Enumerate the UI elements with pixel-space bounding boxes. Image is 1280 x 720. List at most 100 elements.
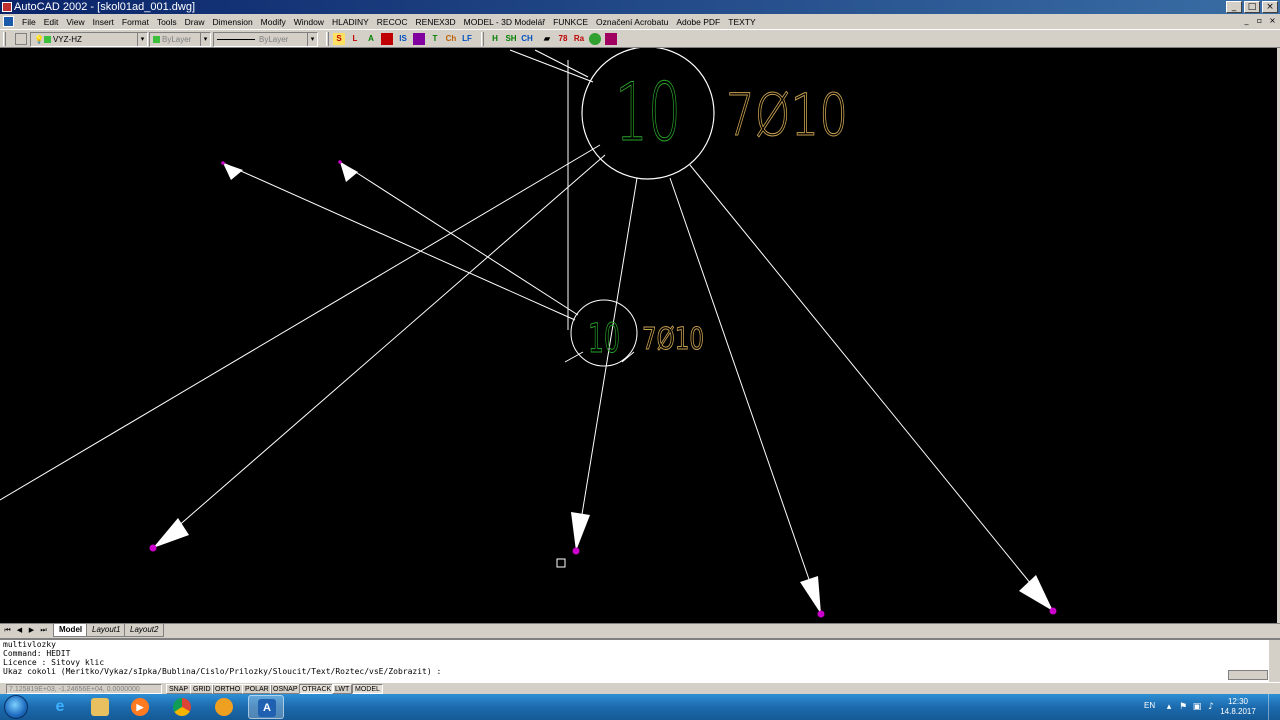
taskbar-autocad[interactable]: A [248, 695, 284, 719]
network-icon[interactable]: ▣ [1192, 702, 1202, 712]
toolbar-grip[interactable] [481, 32, 484, 46]
arrowhead[interactable] [800, 576, 821, 614]
big-bubble-number[interactable]: 10 [615, 66, 682, 160]
linetype-dropdown[interactable]: ByLayer ▾ [213, 32, 318, 47]
menu-texty[interactable]: TEXTY [724, 17, 759, 27]
volume-icon[interactable]: ♪ [1206, 702, 1216, 712]
custom-tool-icon[interactable] [413, 33, 425, 45]
leader-line[interactable] [621, 351, 635, 363]
snap-toggle[interactable]: SNAP [166, 684, 192, 694]
leader-line[interactable] [152, 154, 606, 549]
toolbar-grip[interactable] [326, 32, 329, 46]
minimize-button[interactable]: _ [1226, 1, 1242, 13]
tab-layout1[interactable]: Layout1 [86, 624, 127, 637]
drawing-canvas[interactable]: 10 7Ø10 10 7Ø10 [0, 48, 1277, 623]
taskbar-internet-explorer[interactable]: e [42, 695, 78, 719]
taskbar-media-player[interactable]: ▶ [122, 695, 158, 719]
next-tab-button[interactable]: ▶ [26, 625, 37, 636]
custom-tool-icon[interactable]: A [365, 33, 377, 45]
system-clock[interactable]: 12:30 14.8.2017 [1218, 697, 1258, 717]
menu-hladiny[interactable]: HLADINY [328, 17, 373, 27]
prev-tab-button[interactable]: ◀ [14, 625, 25, 636]
taskbar-chrome[interactable] [164, 695, 200, 719]
arrowhead[interactable] [1019, 575, 1053, 611]
tab-model[interactable]: Model [53, 624, 89, 637]
grip-point[interactable] [572, 547, 580, 555]
menu-draw[interactable]: Draw [181, 17, 209, 27]
custom-tool-icon[interactable]: ▰ [541, 33, 553, 45]
custom-tool-icon[interactable]: CH [521, 33, 533, 45]
layer-dropdown[interactable]: 💡 VYZ-HZ ▾ [30, 32, 148, 47]
coordinate-display[interactable]: 7.125819E+03, -1.24656E+04, 0.0000000 [6, 684, 162, 694]
arrowhead[interactable] [223, 163, 243, 180]
menu-renex3d[interactable]: RENEX3D [412, 17, 460, 27]
toolbar-grip[interactable] [3, 32, 6, 46]
doc-restore-button[interactable]: ▫ [1254, 16, 1265, 26]
color-dropdown[interactable]: ByLayer ▾ [149, 32, 211, 47]
doc-minimize-button[interactable]: _ [1241, 16, 1252, 26]
custom-tool-icon[interactable]: S [333, 33, 345, 45]
custom-tool-icon[interactable]: 78 [557, 33, 569, 45]
menu-file[interactable]: File [18, 17, 40, 27]
command-line-window[interactable]: multivlozky Command: HEDIT Licence : Sit… [0, 638, 1280, 682]
tray-expand-icon[interactable]: ▴ [1164, 702, 1174, 712]
model-toggle[interactable]: MODEL [352, 684, 383, 694]
small-bubble-label[interactable]: 7Ø10 [642, 322, 705, 358]
leader-line[interactable] [534, 49, 589, 78]
custom-tool-icon[interactable]: T [429, 33, 441, 45]
menu-tools[interactable]: Tools [153, 17, 181, 27]
menu-oznaceni-acrobatu[interactable]: Označení Acrobatu [592, 17, 672, 27]
command-prompt[interactable]: Ukaz cokoli (Meritko/Vykaz/sIpka/Bublina… [3, 667, 1280, 676]
custom-tool-icon[interactable]: LF [461, 33, 473, 45]
leader-line[interactable] [222, 162, 576, 321]
flag-icon[interactable]: ⚑ [1178, 702, 1188, 712]
leader-line[interactable] [575, 177, 638, 552]
menu-view[interactable]: View [62, 17, 88, 27]
custom-tool-icon[interactable]: IS [397, 33, 409, 45]
small-bubble-number[interactable]: 10 [588, 316, 621, 363]
leader-line[interactable] [339, 161, 579, 316]
grid-toggle[interactable]: GRID [190, 684, 214, 694]
menu-recoc[interactable]: RECOC [373, 17, 412, 27]
custom-tool-icon[interactable]: SH [505, 33, 517, 45]
custom-tool-icon[interactable]: Ra [573, 33, 585, 45]
grip-point[interactable] [1049, 607, 1057, 615]
grip-point[interactable] [221, 161, 225, 165]
show-desktop-button[interactable] [1268, 694, 1280, 720]
grip-point[interactable] [817, 610, 825, 618]
tab-layout2[interactable]: Layout2 [124, 624, 165, 637]
custom-tool-icon[interactable] [381, 33, 393, 45]
document-icon[interactable] [3, 16, 14, 27]
menu-insert[interactable]: Insert [89, 17, 118, 27]
otrack-toggle[interactable]: OTRACK [299, 684, 335, 694]
grip-point[interactable] [149, 544, 157, 552]
arrowhead[interactable] [340, 162, 358, 182]
autocad-app-icon[interactable] [2, 2, 12, 12]
taskbar-app-orange[interactable] [206, 695, 242, 719]
maximize-button[interactable]: □ [1244, 1, 1260, 13]
last-tab-button[interactable]: ⏭ [38, 625, 49, 636]
layer-manager-icon[interactable] [15, 33, 27, 45]
command-horizontal-scrollbar[interactable] [1228, 670, 1268, 680]
lwt-toggle[interactable]: LWT [332, 684, 353, 694]
custom-tool-icon[interactable]: L [349, 33, 361, 45]
command-vertical-scrollbar[interactable] [1269, 640, 1280, 682]
close-button[interactable]: × [1262, 1, 1278, 13]
custom-tool-icon[interactable]: Ch [445, 33, 457, 45]
taskbar-file-explorer[interactable] [82, 695, 118, 719]
menu-dimension[interactable]: Dimension [209, 17, 257, 27]
doc-close-button[interactable]: × [1267, 16, 1278, 26]
menu-modify[interactable]: Modify [257, 17, 290, 27]
ortho-toggle[interactable]: ORTHO [212, 684, 244, 694]
menu-window[interactable]: Window [290, 17, 328, 27]
big-bubble-label[interactable]: 7Ø10 [726, 81, 849, 150]
leader-line[interactable] [564, 351, 584, 363]
menu-adobe-pdf[interactable]: Adobe PDF [672, 17, 724, 27]
arrowhead[interactable] [571, 512, 590, 551]
osnap-toggle[interactable]: OSNAP [270, 684, 301, 694]
custom-tool-icon[interactable]: H [489, 33, 501, 45]
leader-line[interactable] [689, 164, 1054, 612]
leader-line[interactable] [669, 177, 822, 615]
first-tab-button[interactable]: ⏮ [2, 625, 13, 636]
custom-tool-icon[interactable] [605, 33, 617, 45]
